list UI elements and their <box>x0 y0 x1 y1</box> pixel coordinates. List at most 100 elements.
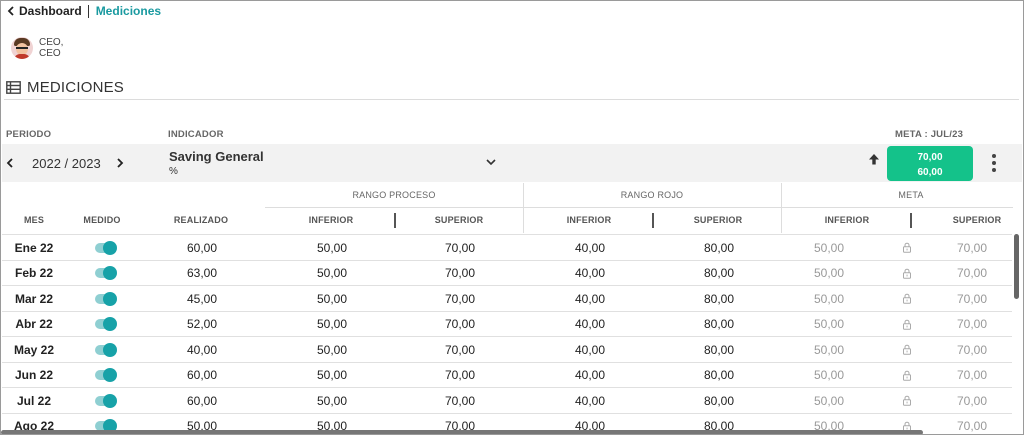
breadcrumb-current: Mediciones <box>95 4 162 18</box>
table-row[interactable]: Jul 22 60,00 50,00 70,00 40,00 80,00 50,00 70,0… <box>2 387 1012 413</box>
cell-realizado[interactable]: 60,00 <box>162 363 242 388</box>
period-value: 2022 / 2023 <box>32 156 101 171</box>
cell-mes: Feb 22 <box>14 266 53 280</box>
cell-medido <box>80 235 130 260</box>
cell-lock <box>897 235 917 260</box>
cell-m-inferior: 50,00 <box>813 266 845 280</box>
cell-rr-inferior: 40,00 <box>574 317 606 331</box>
table-row[interactable]: Abr 22 52,00 50,00 70,00 40,00 80,00 50,00 70,0… <box>2 310 1012 337</box>
medido-toggle[interactable] <box>95 368 117 382</box>
cell-realizado[interactable]: 45,00 <box>162 286 242 311</box>
group-header-divider <box>265 207 1013 208</box>
col-header-realizado[interactable]: REALIZADO <box>161 215 241 225</box>
medido-toggle[interactable] <box>95 317 117 331</box>
col-header-rp-inferior[interactable]: INFERIOR <box>291 215 371 225</box>
cell-m-superior: 70,00 <box>956 419 988 433</box>
indicador-label: INDICADOR <box>168 129 224 140</box>
cell-rp-inferior: 50,00 <box>316 240 348 255</box>
cell-m-superior: 70,00 <box>956 266 988 280</box>
table-row[interactable]: Mar 22 45,00 50,00 70,00 40,00 80,00 50,00 70,0… <box>2 285 1012 311</box>
column-resize-handle[interactable] <box>652 213 654 228</box>
breadcrumb-separator <box>87 4 89 18</box>
cell-m-superior: 70,00 <box>956 368 988 382</box>
col-header-rr-superior[interactable]: SUPERIOR <box>678 215 758 225</box>
group-header-rango-proceso: RANGO PROCESO <box>352 190 436 200</box>
col-header-medido[interactable]: MEDIDO <box>77 215 127 225</box>
cell-m-inferior: 50,00 <box>813 291 845 306</box>
cell-realizado[interactable]: 40,00 <box>162 337 242 362</box>
page-title: MEDICIONES <box>6 79 124 96</box>
title-divider <box>4 99 1019 100</box>
cell-rp-superior: 70,00 <box>444 240 476 255</box>
cell-mes: Jun 22 <box>14 368 53 382</box>
horizontal-scrollbar[interactable] <box>1 430 923 434</box>
chevron-left-icon <box>6 158 13 168</box>
cell-rp-superior: 70,00 <box>444 342 476 357</box>
col-header-mes[interactable]: MES <box>9 215 59 225</box>
cell-rr-superior: 80,00 <box>703 240 735 255</box>
cell-lock <box>897 388 917 413</box>
period-prev-button[interactable] <box>3 156 15 170</box>
cell-lock <box>897 312 917 337</box>
medido-toggle[interactable] <box>95 291 117 306</box>
lock-icon <box>903 395 911 406</box>
cell-m-superior: 70,00 <box>956 393 988 408</box>
cell-realizado[interactable]: 60,00 <box>162 235 242 260</box>
cell-rp-inferior: 50,00 <box>316 393 348 408</box>
avatar[interactable] <box>11 37 33 59</box>
cell-rr-superior: 80,00 <box>703 393 735 408</box>
breadcrumb-back-link[interactable]: Dashboard <box>7 4 82 18</box>
column-resize-handle[interactable] <box>394 213 396 228</box>
vertical-scrollbar[interactable] <box>1014 234 1019 299</box>
col-header-m-superior[interactable]: SUPERIOR <box>937 215 1017 225</box>
medido-toggle[interactable] <box>95 342 117 357</box>
cell-m-superior: 70,00 <box>956 342 988 357</box>
cell-mes: Mar 22 <box>14 291 54 306</box>
medido-toggle[interactable] <box>95 266 117 280</box>
cell-lock <box>897 337 917 362</box>
lock-icon <box>903 268 911 279</box>
cell-realizado[interactable]: 63,00 <box>162 261 242 286</box>
table-row[interactable]: Ene 22 60,00 50,00 70,00 40,00 80,00 50,00 70,0… <box>2 234 1012 260</box>
meta-summary-badge: 70,00 60,00 <box>887 146 973 181</box>
cell-rp-superior: 70,00 <box>444 393 476 408</box>
user-role-line1: CEO, <box>39 37 64 48</box>
cell-rp-inferior: 50,00 <box>316 368 348 382</box>
table-row[interactable]: May 22 40,00 50,00 70,00 40,00 80,00 50,00 70,0… <box>2 336 1012 362</box>
indicador-select-value[interactable]: Saving General <box>169 149 264 164</box>
col-header-rp-superior[interactable]: SUPERIOR <box>419 215 499 225</box>
cell-rp-inferior: 50,00 <box>316 266 348 280</box>
cell-rr-superior: 80,00 <box>703 291 735 306</box>
chevron-down-icon <box>486 158 496 165</box>
column-resize-handle[interactable] <box>910 213 912 228</box>
cell-rr-superior: 80,00 <box>703 342 735 357</box>
medido-toggle[interactable] <box>95 393 117 408</box>
lock-icon <box>903 370 911 381</box>
cell-realizado[interactable]: 60,00 <box>162 388 242 413</box>
lock-icon <box>903 242 911 253</box>
table-row[interactable]: Feb 22 63,00 50,00 70,00 40,00 80,00 50,00 70,0… <box>2 259 1012 286</box>
cell-lock <box>897 261 917 286</box>
cell-rp-inferior: 50,00 <box>316 317 348 331</box>
meta-inferior-value: 60,00 <box>917 167 943 178</box>
cell-m-inferior: 50,00 <box>813 342 845 357</box>
arrow-up-icon <box>869 154 879 165</box>
cell-m-superior: 70,00 <box>956 291 988 306</box>
medido-toggle[interactable] <box>95 240 117 255</box>
cell-mes: May 22 <box>13 342 55 357</box>
indicador-dropdown-toggle[interactable] <box>485 156 497 168</box>
more-options-button[interactable] <box>989 154 999 172</box>
period-next-button[interactable] <box>114 156 126 170</box>
col-header-m-inferior[interactable]: INFERIOR <box>807 215 887 225</box>
cell-rp-inferior: 50,00 <box>316 291 348 306</box>
cell-rr-inferior: 40,00 <box>574 240 606 255</box>
indicador-unit: % <box>169 166 178 177</box>
meta-label: META : JUL/23 <box>895 129 964 140</box>
cell-medido <box>80 261 130 286</box>
cell-rr-inferior: 40,00 <box>574 342 606 357</box>
cell-realizado[interactable]: 52,00 <box>162 312 242 337</box>
col-header-rr-inferior[interactable]: INFERIOR <box>549 215 629 225</box>
meta-superior-value: 70,00 <box>917 152 943 163</box>
app-window: Dashboard Mediciones CEO, CEO MEDICIONES… <box>0 0 1024 435</box>
table-row[interactable]: Jun 22 60,00 50,00 70,00 40,00 80,00 50,00 70,0… <box>2 361 1012 388</box>
